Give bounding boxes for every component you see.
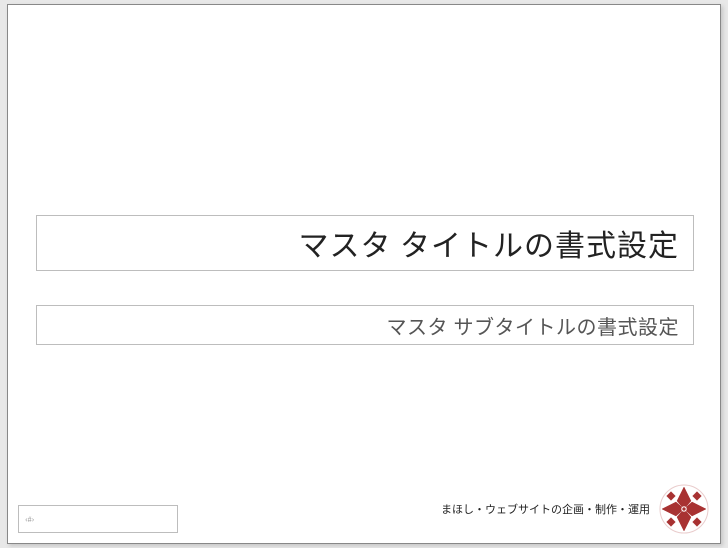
- title-placeholder[interactable]: マスタ タイトルの書式設定: [36, 215, 694, 271]
- title-text: マスタ タイトルの書式設定: [299, 221, 680, 265]
- subtitle-text: マスタ サブタイトルの書式設定: [387, 311, 680, 340]
- page-number-text: ‹#›: [25, 515, 34, 524]
- company-logo-icon: [658, 483, 710, 535]
- slide-master: マスタ タイトルの書式設定 マスタ サブタイトルの書式設定 ‹#› まほし・ウェ…: [7, 4, 721, 544]
- subtitle-placeholder[interactable]: マスタ サブタイトルの書式設定: [36, 305, 694, 345]
- footer-text: まほし・ウェブサイトの企画・制作・運用: [441, 501, 650, 517]
- page-number-placeholder[interactable]: ‹#›: [18, 505, 178, 533]
